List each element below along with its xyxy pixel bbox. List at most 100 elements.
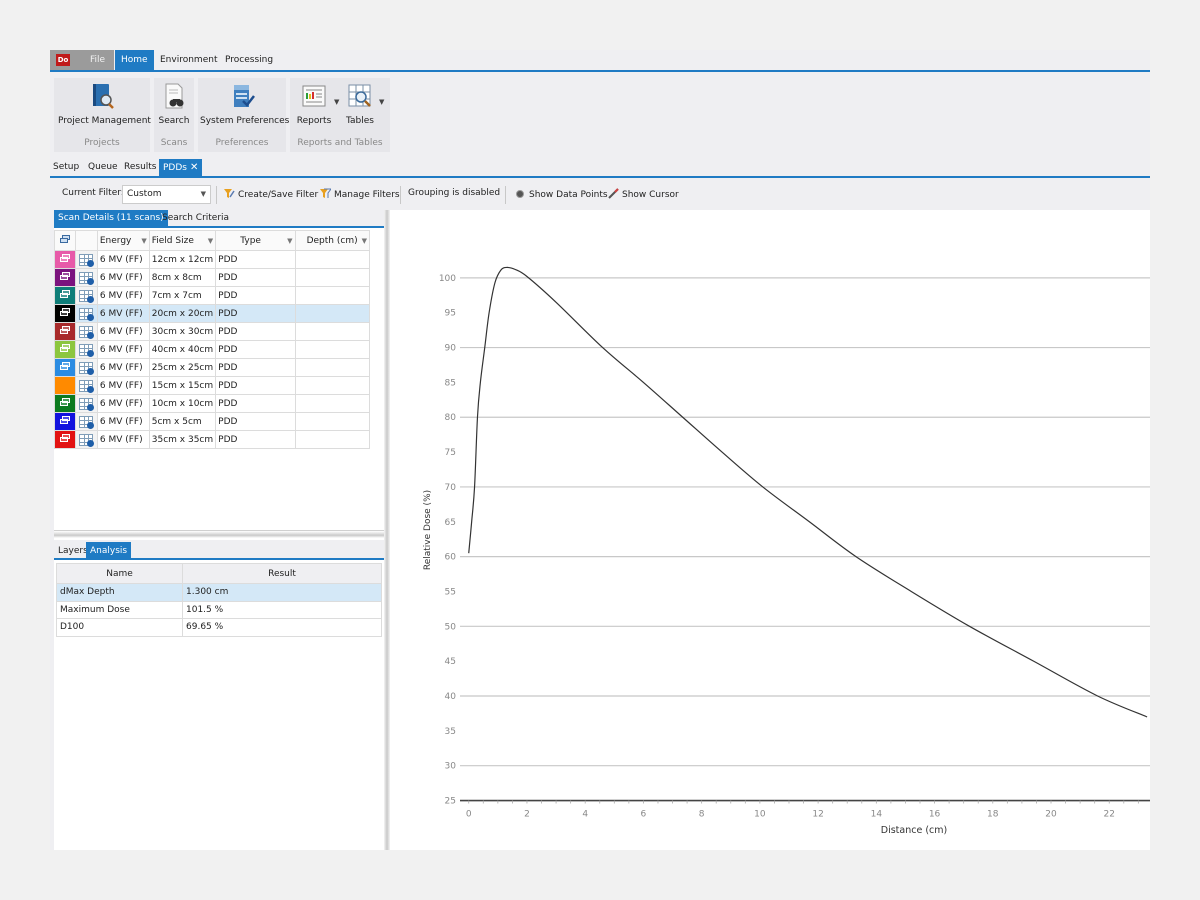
project-management-button[interactable]: Project Management [58, 82, 151, 130]
analysis-row[interactable]: Maximum Dose 101.5 % [56, 600, 382, 619]
tab-scan-details[interactable]: Scan Details (11 scans) [54, 210, 168, 226]
panel-splitter-horizontal[interactable] [54, 530, 384, 538]
scan-color-swatch[interactable] [54, 358, 76, 377]
chevron-down-icon: ▼ [200, 190, 206, 198]
column-result[interactable]: Result [182, 563, 382, 584]
filter-icon[interactable]: ▼ [362, 237, 367, 245]
close-tab-icon[interactable]: ✕ [190, 162, 198, 173]
scan-row[interactable]: 6 MV (FF) 7cm x 7cm PDD [54, 286, 371, 305]
create-save-filter-button[interactable]: Create/Save Filter [224, 188, 318, 200]
reports-button[interactable]: Reports [294, 82, 334, 130]
scan-color-swatch[interactable] [54, 412, 76, 431]
scan-color-swatch[interactable] [54, 430, 76, 449]
scan-row[interactable]: 6 MV (FF) 35cm x 35cm PDD [54, 430, 371, 449]
column-field-size[interactable]: Field Size ▼ [148, 230, 217, 251]
column-depth-label: Depth (cm) [306, 235, 358, 246]
y-tick-label: 80 [445, 413, 457, 423]
depth-cell [294, 430, 371, 449]
toolbar-divider [216, 186, 217, 204]
column-energy[interactable]: Energy ▼ [96, 230, 150, 251]
current-filter-select[interactable]: Custom ▼ [122, 185, 211, 204]
tab-setup[interactable]: Setup [50, 159, 82, 176]
pdd-chart-svg[interactable]: 25 30 35 40 45 50 55 60 65 70 75 80 85 90 95 100 0 2 4 6 8 1… [390, 210, 1150, 850]
field-size-cell: 5cm x 5cm [148, 412, 217, 431]
energy-cell: 6 MV (FF) [96, 304, 150, 323]
menu-tab-home[interactable]: Home [115, 50, 154, 70]
pdd-curve-line[interactable] [468, 266, 1148, 718]
table-info-icon [79, 289, 94, 303]
energy-cell: 6 MV (FF) [96, 358, 150, 377]
menu-tab-file[interactable]: File [80, 50, 115, 70]
scan-row[interactable]: 6 MV (FF) 20cm x 20cm PDD [54, 304, 371, 323]
scan-color-swatch[interactable] [54, 340, 76, 359]
show-cursor-button[interactable]: Show Cursor [608, 188, 679, 200]
reports-dropdown-arrow-icon[interactable]: ▼ [334, 98, 339, 106]
filter-icon[interactable]: ▼ [287, 237, 292, 245]
type-cell: PDD [215, 358, 296, 377]
scan-info-cell[interactable] [75, 286, 98, 305]
scan-color-swatch[interactable] [54, 250, 76, 269]
scan-info-cell[interactable] [75, 322, 98, 341]
tab-queue[interactable]: Queue [85, 159, 121, 176]
scan-info-cell[interactable] [75, 340, 98, 359]
table-info-icon [79, 379, 94, 393]
scan-info-cell[interactable] [75, 268, 98, 287]
y-tick-label: 40 [445, 692, 457, 702]
manage-filters-button[interactable]: Manage Filters [320, 188, 400, 200]
scan-row[interactable]: 6 MV (FF) 40cm x 40cm PDD [54, 340, 371, 359]
tab-search-criteria[interactable]: Search Criteria [158, 210, 233, 226]
scan-info-cell[interactable] [75, 430, 98, 449]
scan-row[interactable]: 6 MV (FF) 10cm x 10cm PDD [54, 394, 371, 413]
scan-color-swatch[interactable] [54, 304, 76, 323]
scan-info-cell[interactable] [75, 394, 98, 413]
pdd-chart[interactable]: 25 30 35 40 45 50 55 60 65 70 75 80 85 90 95 100 0 2 4 6 8 1… [390, 210, 1150, 850]
field-size-cell: 7cm x 7cm [148, 286, 217, 305]
type-cell: PDD [215, 376, 296, 395]
tab-analysis[interactable]: Analysis [86, 542, 132, 560]
column-color[interactable] [54, 230, 76, 251]
column-depth[interactable]: Depth (cm) ▼ [294, 230, 371, 251]
column-name[interactable]: Name [56, 563, 183, 584]
tab-results[interactable]: Results [121, 159, 160, 176]
menu-tab-environment[interactable]: Environment [154, 50, 223, 70]
tab-pdds[interactable]: PDDs ✕ [159, 159, 203, 176]
search-button[interactable]: Search [156, 82, 192, 130]
scan-color-swatch[interactable] [54, 394, 76, 413]
analysis-row[interactable]: dMax Depth 1.300 cm [56, 583, 382, 602]
scan-info-cell[interactable] [75, 304, 98, 323]
column-energy-label: Energy [99, 235, 132, 246]
show-data-points-button[interactable]: Show Data Points [515, 188, 608, 200]
x-tick-label: 2 [524, 810, 530, 820]
scan-row[interactable]: 6 MV (FF) 30cm x 30cm PDD [54, 322, 371, 341]
column-type[interactable]: Type ▼ [215, 230, 296, 251]
scan-info-cell[interactable] [75, 376, 98, 395]
analysis-row[interactable]: D100 69.65 % [56, 618, 382, 637]
x-tick-label: 22 [1104, 810, 1115, 820]
filter-icon[interactable]: ▼ [208, 237, 213, 245]
field-size-cell: 12cm x 12cm [148, 250, 217, 269]
table-info-icon [79, 253, 94, 267]
tables-dropdown-arrow-icon[interactable]: ▼ [379, 98, 384, 106]
energy-cell: 6 MV (FF) [96, 340, 150, 359]
filter-icon[interactable]: ▼ [141, 237, 146, 245]
scan-row[interactable]: 6 MV (FF) 25cm x 25cm PDD [54, 358, 371, 377]
scan-row[interactable]: 6 MV (FF) 12cm x 12cm PDD [54, 250, 371, 269]
ribbon-group-projects: Project Management Projects [54, 78, 151, 152]
scan-row[interactable]: 6 MV (FF) 8cm x 8cm PDD [54, 268, 371, 287]
scan-color-swatch[interactable] [54, 286, 76, 305]
scan-info-cell[interactable] [75, 358, 98, 377]
system-preferences-button[interactable]: System Preferences [200, 82, 289, 130]
menu-tab-processing[interactable]: Processing [219, 50, 279, 70]
scan-color-swatch[interactable] [54, 376, 76, 395]
scan-info-cell[interactable] [75, 250, 98, 269]
scan-row[interactable]: 6 MV (FF) 5cm x 5cm PDD [54, 412, 371, 431]
tables-button[interactable]: Tables [342, 82, 378, 130]
funnel-manage-icon [320, 188, 332, 199]
scan-color-swatch[interactable] [54, 268, 76, 287]
depth-cell [294, 250, 371, 269]
scan-info-cell[interactable] [75, 412, 98, 431]
scan-row[interactable]: 6 MV (FF) 15cm x 15cm PDD [54, 376, 371, 395]
table-search-icon [346, 82, 374, 110]
scan-color-swatch[interactable] [54, 322, 76, 341]
table-info-icon [79, 325, 94, 339]
